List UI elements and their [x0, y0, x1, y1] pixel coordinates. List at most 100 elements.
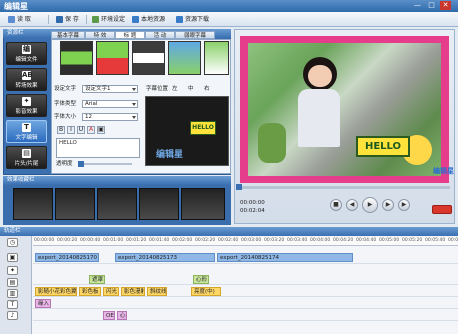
effect-slot[interactable]	[55, 188, 95, 220]
prev-button[interactable]: ◀	[346, 199, 358, 211]
text-setting-select[interactable]: 设定文字1	[82, 85, 138, 93]
tab-title[interactable]: 标 题	[115, 31, 145, 39]
font-size-label: 字体大小	[54, 114, 77, 120]
stop-button[interactable]: ■	[330, 199, 342, 211]
italic-button[interactable]: I	[67, 126, 75, 134]
text-content-input[interactable]: HELLO	[56, 138, 140, 158]
timeline-clock-icon[interactable]: ◷	[7, 238, 18, 247]
transition-clip[interactable]: 亮度(中)	[191, 287, 221, 296]
subtitle-clip[interactable]: 缘入	[35, 299, 51, 308]
download-label: 资源下载	[185, 16, 210, 23]
text-track-icon[interactable]: T	[7, 300, 18, 309]
pos-center-radio[interactable]: 中	[188, 85, 194, 93]
ruler-tick-label: 00:06:00	[448, 238, 458, 243]
nav-intro-outro[interactable]: ▤ 片头/片尾	[6, 146, 47, 169]
effect-slot[interactable]	[139, 188, 179, 220]
tab-effects[interactable]: 特 效	[85, 31, 115, 39]
pos-right-radio[interactable]: 右	[204, 85, 210, 93]
position-label: 字幕位置	[146, 86, 169, 92]
transparency-slider[interactable]	[78, 161, 132, 167]
effect-track-icon[interactable]: ✦	[7, 266, 18, 275]
transition-track-icon[interactable]: ▤	[7, 278, 18, 287]
girl-face	[308, 65, 332, 87]
video-clip[interactable]: export_20140825170	[35, 253, 99, 262]
transition-clip[interactable]: 闪光	[103, 287, 119, 296]
bold-button[interactable]: B	[57, 126, 65, 134]
nav-transition[interactable]: AB 转场效果	[6, 68, 47, 91]
read-button[interactable]: 读 取	[6, 14, 33, 25]
ruler-tick-label: 00:03:20	[264, 238, 285, 243]
title-template-thumb[interactable]	[96, 41, 129, 75]
watermark-logo: 编辑星	[156, 150, 184, 160]
slider-thumb[interactable]	[78, 161, 84, 167]
font-size-select[interactable]: 12	[82, 113, 138, 121]
effects-icon: ✦	[22, 97, 31, 106]
title-template-thumb[interactable]	[204, 41, 229, 75]
effect-slot[interactable]	[97, 188, 137, 220]
toolbar: 读 取 保 存 环境设定 本地资源 资源下载	[0, 12, 458, 27]
effect-clip[interactable]: 遮罩	[89, 275, 105, 284]
transition-clip[interactable]: 彩色板	[79, 287, 101, 296]
seek-thumb[interactable]	[236, 184, 242, 190]
effect-track: 遮罩 心形	[33, 274, 458, 285]
background-color-button[interactable]: ▣	[97, 126, 105, 134]
local-resource-button[interactable]: 本地资源	[130, 14, 167, 25]
ruler-tick-label: 00:00:40	[80, 238, 101, 243]
play-button[interactable]: ▶	[362, 197, 378, 213]
audio-track-icon[interactable]: ♪	[7, 311, 18, 320]
end-button[interactable]: ▶	[398, 199, 410, 211]
pos-left-radio[interactable]: 左	[172, 85, 178, 93]
text-clip[interactable]: 心	[117, 311, 127, 320]
nav-av-effects[interactable]: ✦ 影音效果	[6, 94, 47, 117]
preview-hello-box: HELLO	[190, 121, 216, 135]
nav-label: 编辑文件	[15, 57, 38, 63]
transition-clip[interactable]: 影随小花彩色翼合	[35, 287, 77, 296]
nav-edit-file[interactable]: 编编辑文件	[6, 42, 47, 65]
maximize-button[interactable]: □	[426, 1, 437, 10]
transition-clip[interactable]: 影色漫射	[121, 287, 145, 296]
video-clip[interactable]: export_20140825173	[115, 253, 215, 262]
tab-weak-subtitle[interactable]: 弱眼字幕	[175, 31, 215, 39]
nav-label: 文字编辑	[15, 135, 38, 141]
ruler-tick-label: 00:02:20	[195, 238, 216, 243]
text-tabs: 基本字幕 特 效 标 题 活 动 弱眼字幕	[51, 31, 231, 39]
ruler-tick-label: 00:05:20	[402, 238, 423, 243]
record-button[interactable]	[432, 205, 452, 214]
preview-photo	[248, 43, 441, 176]
subtitle-track-icon[interactable]: ▥	[7, 289, 18, 298]
download-button[interactable]: 资源下载	[174, 14, 211, 25]
effect-clip[interactable]: 心形	[193, 275, 209, 284]
ruler-tick-label: 00:03:40	[287, 238, 308, 243]
video-track-icon[interactable]: ▣	[7, 253, 18, 262]
minimize-button[interactable]: —	[412, 1, 423, 10]
tab-activity[interactable]: 活 动	[145, 31, 175, 39]
folder-icon	[8, 16, 15, 23]
text-clip[interactable]: OEB	[103, 311, 115, 320]
tab-basic-subtitle[interactable]: 基本字幕	[51, 31, 85, 39]
font-color-button[interactable]: A	[87, 126, 95, 134]
close-button[interactable]: ✕	[440, 1, 451, 10]
ruler-tick-label: 00:04:00	[310, 238, 331, 243]
film-icon: ▤	[22, 149, 31, 158]
effect-slot[interactable]	[13, 188, 53, 220]
transition-clip[interactable]: 斜纹线	[147, 287, 167, 296]
next-button[interactable]: ▶	[382, 199, 394, 211]
video-clip[interactable]: export_20140825174	[217, 253, 353, 262]
nav-label: 片头/片尾	[14, 161, 39, 167]
save-button[interactable]: 保 存	[54, 14, 81, 25]
seek-bar[interactable]	[236, 184, 450, 190]
title-template-thumb[interactable]	[132, 41, 165, 75]
settings-button[interactable]: 环境设定	[90, 14, 127, 25]
text-preview-box: HELLO 编辑星	[145, 96, 229, 166]
nav-text-edit[interactable]: T 文字编辑	[6, 120, 47, 143]
transition-track: 影随小花彩色翼合 彩色板 闪光 影色漫射 斜纹线 亮度(中)	[33, 286, 458, 297]
download-icon	[176, 16, 183, 23]
title-template-thumb[interactable]	[168, 41, 201, 75]
effect-slot[interactable]	[181, 188, 225, 220]
underline-button[interactable]: U	[77, 126, 85, 134]
title-template-thumb[interactable]	[60, 41, 93, 75]
subtitle-track: 缘入	[33, 298, 458, 309]
transition-icon: AB	[22, 71, 33, 80]
ruler-tick-label: 00:05:40	[425, 238, 446, 243]
font-type-select[interactable]: Arial	[82, 100, 138, 108]
